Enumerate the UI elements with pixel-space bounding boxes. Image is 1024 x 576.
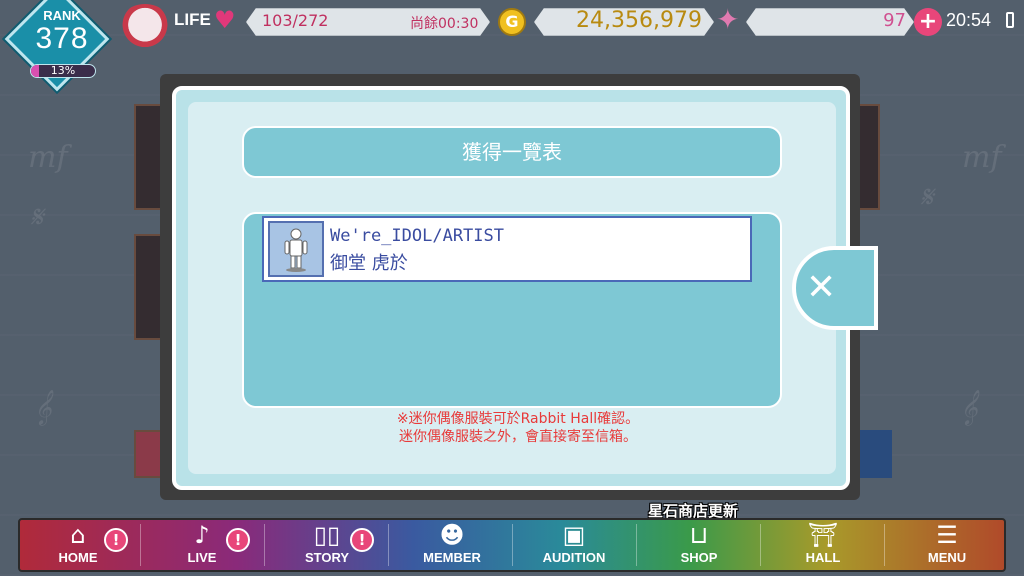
nav-live[interactable]: ♪ LIVE — [168, 520, 236, 570]
nav-hall[interactable]: ⛩ HALL — [788, 520, 858, 570]
home-alert-badge: ! — [104, 528, 128, 552]
close-icon[interactable]: ✕ — [806, 268, 836, 308]
nav-divider — [140, 524, 141, 566]
nav-live-label: LIVE — [187, 550, 217, 565]
nav-menu-label: MENU — [927, 550, 967, 565]
sparkle-star-icon: ✦ — [716, 3, 740, 36]
clock: 20:54 — [946, 10, 992, 30]
nav-member-label: MEMBER — [423, 550, 481, 565]
item-owner: 御堂 虎於 — [330, 253, 408, 274]
life-label: LIFE — [174, 10, 211, 29]
note-line-2: 迷你偶像服裝之外，會直接寄至信箱。 — [399, 429, 637, 445]
life-timer: 尚餘00:30 — [410, 16, 479, 32]
nav-audition[interactable]: ▣ AUDITION — [532, 520, 616, 570]
nav-divider — [388, 524, 389, 566]
item-title: We're_IDOL/ARTIST — [330, 226, 504, 246]
note-line-1: ※迷你偶像服裝可於Rabbit Hall確認。 — [396, 411, 640, 427]
member-icon: ☻ — [439, 521, 465, 549]
gold-value: 24,356,979 — [576, 8, 702, 33]
nav-divider — [636, 524, 637, 566]
nav-audition-label: AUDITION — [542, 550, 606, 565]
gem-value: 97 — [883, 10, 906, 31]
life-value: 103/272 — [262, 11, 329, 30]
live-alert-badge: ! — [226, 528, 250, 552]
home-icon: ⌂ — [70, 521, 86, 549]
nav-divider — [884, 524, 885, 566]
nav-divider — [512, 524, 513, 566]
mini-idol-costume-icon — [284, 228, 308, 272]
modal-notes: ※迷你偶像服裝可於Rabbit Hall確認。 迷你偶像服裝之外，會直接寄至信箱… — [340, 410, 696, 446]
add-gem-button[interactable]: + — [914, 8, 942, 36]
rank-progress-bar: 13% — [30, 64, 96, 78]
modal-title: 獲得一覽表 — [462, 140, 562, 164]
gold-coin-icon: G — [498, 8, 526, 36]
menu-list-icon: ☰ — [936, 521, 958, 549]
nav-member[interactable]: ☻ MEMBER — [412, 520, 492, 570]
shop-basket-icon: ⊔ — [689, 521, 709, 549]
battery-icon — [1006, 12, 1014, 28]
nav-divider — [760, 524, 761, 566]
rank-label: RANK — [43, 8, 81, 23]
nav-shop[interactable]: ⊔ SHOP — [664, 520, 734, 570]
rank-value: 378 — [35, 22, 89, 55]
nav-story-label: STORY — [304, 550, 350, 565]
avatar[interactable] — [118, 4, 172, 50]
rank-progress-text: 13% — [50, 64, 76, 77]
nav-home-label: HOME — [58, 550, 98, 565]
nav-menu[interactable]: ☰ MENU — [912, 520, 982, 570]
nav-divider — [264, 524, 265, 566]
nav-home[interactable]: ⌂ HOME — [42, 520, 114, 570]
nav-shop-label: SHOP — [680, 550, 718, 565]
story-alert-badge: ! — [350, 528, 374, 552]
nav-hall-label: HALL — [805, 550, 841, 565]
hall-gate-icon: ⛩ — [807, 521, 839, 549]
audition-card-icon: ▣ — [562, 521, 586, 549]
heart-icon: ♥ — [214, 6, 236, 34]
